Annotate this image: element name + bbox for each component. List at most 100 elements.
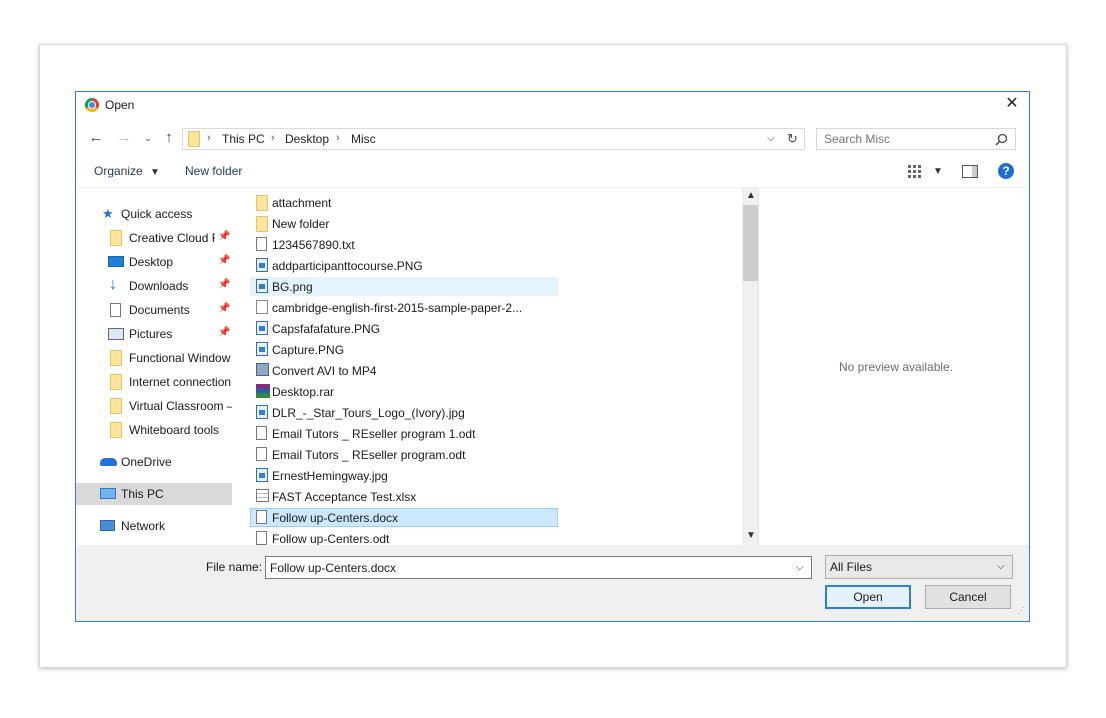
file-name: Desktop.rar	[272, 385, 335, 399]
search-input[interactable]: Search Misc	[824, 132, 890, 146]
nav-network[interactable]: Network	[76, 515, 232, 537]
computer-icon	[100, 488, 116, 499]
folder-icon	[110, 230, 122, 246]
window-title: Open	[105, 98, 135, 112]
view-chevron-down-icon[interactable]: ▼	[933, 166, 943, 177]
file-name: Capsfafafature.PNG	[272, 322, 381, 336]
back-arrow-icon[interactable]: ←	[87, 129, 105, 147]
file-row-attachment[interactable]: attachment	[250, 193, 558, 212]
nav-functional-window[interactable]: Functional Window	[76, 347, 232, 369]
chrome-logo-icon	[85, 98, 99, 112]
nav-internet-connection[interactable]: Internet connection	[76, 371, 232, 393]
folder-icon	[188, 131, 200, 147]
file-name-label: File name:	[206, 560, 263, 574]
nav-downloads[interactable]: ↓ Downloads 📌	[76, 275, 232, 297]
new-folder-button[interactable]: New folder	[185, 164, 242, 178]
nav-quick-access[interactable]: ★ Quick access	[76, 203, 232, 225]
organize-label: Organize	[94, 164, 143, 178]
file-row-capture[interactable]: Capture.PNG	[250, 340, 558, 359]
breadcrumb-separator-icon[interactable]: ›	[271, 132, 275, 144]
file-name: ErnestHemingway.jpg	[272, 469, 388, 483]
nav-label: Quick access	[121, 207, 193, 221]
help-icon[interactable]: ?	[998, 163, 1014, 179]
network-icon	[100, 520, 115, 531]
file-name: Convert AVI to MP4	[272, 364, 377, 378]
breadcrumb-desktop[interactable]: Desktop	[285, 132, 329, 146]
refresh-icon[interactable]: ↻	[787, 131, 798, 147]
breadcrumb-misc[interactable]: Misc	[351, 132, 376, 146]
star-icon: ★	[102, 206, 114, 221]
scrollbar-thumb[interactable]	[743, 205, 758, 281]
search-box[interactable]: Search Misc	[816, 128, 1016, 150]
pictures-icon	[108, 328, 124, 340]
nav-documents[interactable]: Documents 📌	[76, 299, 232, 321]
scroll-up-icon[interactable]: ▲	[746, 190, 756, 201]
resize-grip-icon[interactable]: ⋰	[1017, 606, 1025, 615]
file-name: Capture.PNG	[272, 343, 345, 357]
scroll-down-icon[interactable]: ▼	[746, 530, 756, 541]
file-row-fast-acceptance[interactable]: FAST Acceptance Test.xlsx	[250, 487, 558, 506]
search-icon	[995, 133, 1008, 146]
image-file-icon	[256, 468, 268, 482]
file-name-value: Follow up-Centers.docx	[270, 561, 397, 575]
file-row-follow-up-odt[interactable]: Follow up-Centers.odt	[250, 529, 558, 545]
nav-pictures[interactable]: Pictures 📌	[76, 323, 232, 345]
document-file-icon	[256, 510, 267, 524]
nav-creative-cloud[interactable]: Creative Cloud F 📌	[76, 227, 232, 249]
documents-icon	[110, 303, 121, 317]
file-row-txt[interactable]: 1234567890.txt	[250, 235, 558, 254]
dialog-footer: File name: Follow up-Centers.docx ⌵ All …	[76, 545, 1029, 621]
document-file-icon	[256, 447, 267, 461]
file-list-scrollbar[interactable]: ▲ ▼	[742, 188, 759, 545]
file-name: BG.png	[272, 280, 313, 294]
folder-icon	[110, 422, 122, 438]
file-name-dropdown-icon[interactable]: ⌵	[796, 562, 804, 573]
open-button[interactable]: Open	[825, 585, 911, 609]
breadcrumb-separator-icon[interactable]: ›	[207, 132, 211, 144]
nav-desktop[interactable]: Desktop 📌	[76, 251, 232, 273]
preview-pane-icon[interactable]	[962, 165, 978, 178]
file-row-follow-up-docx[interactable]: Follow up-Centers.docx	[250, 508, 558, 527]
nav-this-pc[interactable]: This PC	[76, 483, 232, 505]
organize-button[interactable]: Organize ▼	[94, 164, 160, 178]
address-dropdown-icon[interactable]: ⌵	[767, 133, 775, 144]
folder-icon	[110, 398, 122, 414]
nav-onedrive[interactable]: OneDrive	[76, 451, 232, 473]
close-button[interactable]: ✕	[1003, 95, 1021, 113]
folder-icon	[110, 350, 122, 366]
up-arrow-icon[interactable]: ↑	[160, 129, 178, 147]
file-row-capsfafafature[interactable]: Capsfafafature.PNG	[250, 319, 558, 338]
text-file-icon	[256, 237, 267, 251]
file-type-select[interactable]: All Files ⌵	[825, 555, 1013, 579]
view-options-icon[interactable]	[908, 165, 922, 179]
file-row-cambridge[interactable]: cambridge-english-first-2015-sample-pape…	[250, 298, 558, 317]
document-file-icon	[256, 426, 267, 440]
file-row-dlr[interactable]: DLR_-_Star_Tours_Logo_(Ivory).jpg	[250, 403, 558, 422]
file-name: 1234567890.txt	[272, 238, 355, 252]
folder-icon	[256, 216, 268, 232]
file-row-ernest[interactable]: ErnestHemingway.jpg	[250, 466, 558, 485]
nav-virtual-classroom[interactable]: Virtual Classroom –	[76, 395, 232, 417]
download-arrow-icon: ↓	[109, 276, 117, 293]
file-list: attachment New folder 1234567890.txt add…	[246, 188, 756, 545]
recent-locations-chevron-icon[interactable]: ⌄	[139, 129, 157, 147]
breadcrumb-separator-icon[interactable]: ›	[336, 132, 340, 144]
no-preview-message: No preview available.	[839, 360, 954, 374]
file-name-field[interactable]: Follow up-Centers.docx ⌵	[265, 556, 812, 579]
nav-label: Functional Window	[129, 351, 231, 365]
file-row-addparticipant[interactable]: addparticipanttocourse.PNG	[250, 256, 558, 275]
file-row-desktop-rar[interactable]: Desktop.rar	[250, 382, 558, 401]
breadcrumb-this-pc[interactable]: This PC	[222, 132, 265, 146]
chrome-file-icon	[256, 300, 268, 314]
file-row-email-tutors[interactable]: Email Tutors _ REseller program.odt	[250, 445, 558, 464]
cancel-button[interactable]: Cancel	[925, 585, 1011, 609]
file-row-convert-avi[interactable]: Convert AVI to MP4	[250, 361, 558, 380]
file-row-new-folder[interactable]: New folder	[250, 214, 558, 233]
address-bar[interactable]: › This PC › Desktop › Misc ⌵ ↻	[182, 128, 805, 150]
nav-whiteboard-tools[interactable]: Whiteboard tools	[76, 419, 232, 441]
forward-arrow-icon[interactable]: →	[115, 129, 133, 147]
file-row-email-tutors-1[interactable]: Email Tutors _ REseller program 1.odt	[250, 424, 558, 443]
file-row-bg-png[interactable]: BG.png	[250, 277, 558, 296]
file-name: Email Tutors _ REseller program 1.odt	[272, 427, 476, 441]
pin-icon: 📌	[218, 279, 231, 290]
